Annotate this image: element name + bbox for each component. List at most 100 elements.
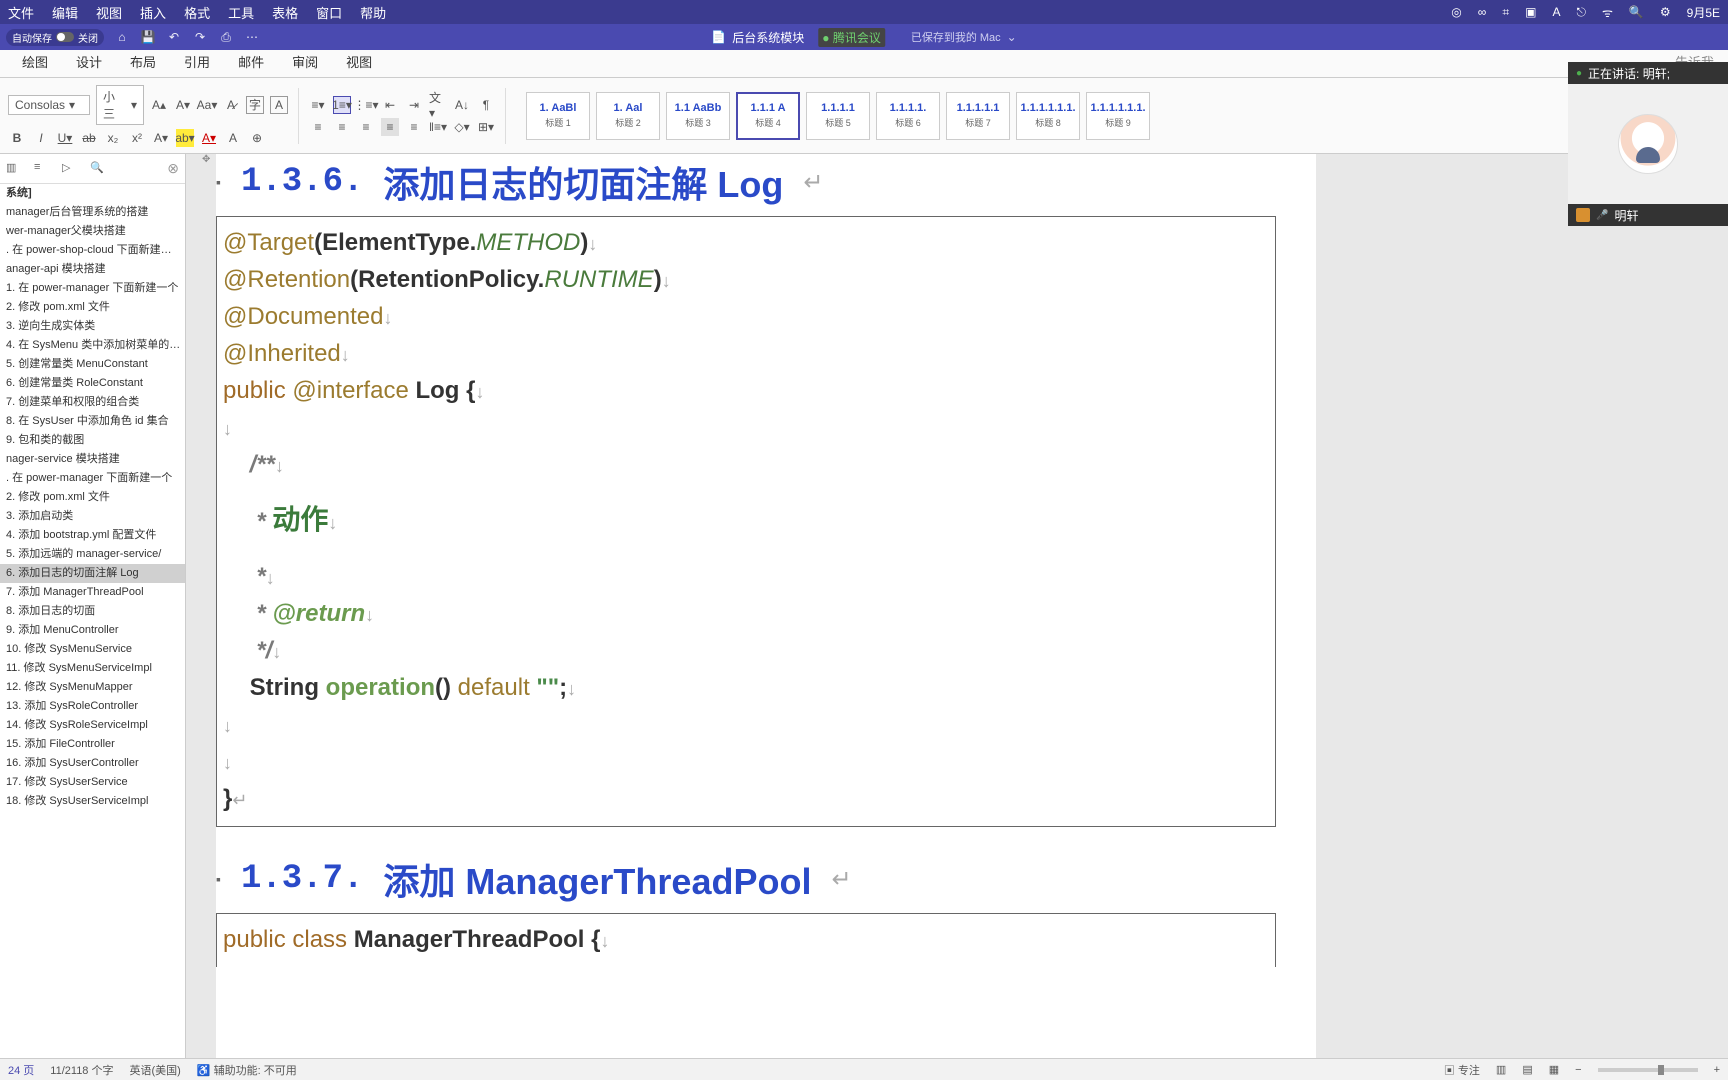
phonetic-icon[interactable]: 字	[246, 96, 264, 114]
style-h5[interactable]: 1.1.1.1标题 5	[806, 92, 870, 140]
outline-item[interactable]: 1. 在 power-manager 下面新建一个	[0, 279, 185, 298]
outline-icon[interactable]: ≡	[34, 161, 50, 177]
outline-item[interactable]: . 在 power-shop-cloud 下面新建一个	[0, 241, 185, 260]
borders-icon[interactable]: ⊞▾	[477, 118, 495, 136]
menu-insert[interactable]: 插入	[140, 3, 166, 22]
bullets-icon[interactable]: ≡▾	[309, 96, 327, 114]
wifi-icon[interactable]: ᯤ	[1602, 4, 1613, 21]
zoom-slider[interactable]	[1598, 1068, 1698, 1072]
outline-item[interactable]: 2. 修改 pom.xml 文件	[0, 488, 185, 507]
distribute-icon[interactable]: ≡	[405, 118, 423, 136]
view-print-icon[interactable]: ▥	[1496, 1063, 1506, 1076]
redo-icon[interactable]: ↷	[192, 29, 208, 45]
zoom-out-icon[interactable]: −	[1575, 1064, 1581, 1076]
outline-item[interactable]: 6. 创建常量类 RoleConstant	[0, 374, 185, 393]
style-h3[interactable]: 1.1 AaBb标题 3	[666, 92, 730, 140]
zoom-in-icon[interactable]: +	[1714, 1064, 1720, 1076]
increase-indent-icon[interactable]: ⇥	[405, 96, 423, 114]
asian-layout-icon[interactable]: 文▾	[429, 96, 447, 114]
tab-layout[interactable]: 布局	[116, 46, 170, 77]
outline-item[interactable]: 4. 在 SysMenu 类中添加树菜单的 List 集	[0, 336, 185, 355]
page-count[interactable]: 24 页	[8, 1062, 34, 1078]
close-icon[interactable]: ⊗	[167, 160, 179, 177]
char-shading-icon[interactable]: A	[224, 129, 242, 147]
tray-icon[interactable]: ∞	[1478, 5, 1487, 19]
outline-item[interactable]: 17. 修改 SysUserService	[0, 773, 185, 792]
tencent-meeting-overlay[interactable]: ● 正在讲话: 明轩; 🎤 明轩	[1568, 62, 1728, 226]
decrease-indent-icon[interactable]: ⇤	[381, 96, 399, 114]
outline-item[interactable]: 3. 添加启动类	[0, 507, 185, 526]
menu-table[interactable]: 表格	[272, 3, 298, 22]
style-h7[interactable]: 1.1.1.1.1标题 7	[946, 92, 1010, 140]
strike-button[interactable]: ab	[80, 129, 98, 147]
undo-icon[interactable]: ↶	[166, 29, 182, 45]
change-case-icon[interactable]: Aa▾	[198, 96, 216, 114]
style-h6[interactable]: 1.1.1.1.标题 6	[876, 92, 940, 140]
outline-item[interactable]: 16. 添加 SysUserController	[0, 754, 185, 773]
style-h8[interactable]: 1.1.1.1.1.1.标题 8	[1016, 92, 1080, 140]
view-outline-icon[interactable]: ▦	[1549, 1063, 1559, 1076]
focus-mode[interactable]: ▣ 专注	[1444, 1062, 1480, 1078]
outline-item[interactable]: 9. 包和类的截图	[0, 431, 185, 450]
mic-icon[interactable]: 🎤	[1596, 210, 1608, 221]
outline-item[interactable]: 3. 逆向生成实体类	[0, 317, 185, 336]
tab-review[interactable]: 审阅	[278, 46, 332, 77]
search-icon[interactable]: 🔍	[90, 161, 106, 177]
outline-item[interactable]: 12. 修改 SysMenuMapper	[0, 678, 185, 697]
move-handle-icon[interactable]: ✥	[202, 154, 210, 165]
outline-item[interactable]: 18. 修改 SysUserServiceImpl	[0, 792, 185, 811]
menu-file[interactable]: 文件	[8, 3, 34, 22]
enclose-icon[interactable]: ⊕	[248, 129, 266, 147]
outline-item[interactable]: 8. 添加日志的切面	[0, 602, 185, 621]
tab-mail[interactable]: 邮件	[224, 46, 278, 77]
shading-icon[interactable]: ◇▾	[453, 118, 471, 136]
autosave-toggle[interactable]: 自动保存 关闭	[6, 29, 104, 46]
save-icon[interactable]: 💾	[140, 29, 156, 45]
outline-item[interactable]: 5. 添加远端的 manager-service/	[0, 545, 185, 564]
outline-item[interactable]: manager后台管理系统的搭建	[0, 203, 185, 222]
tray-icon[interactable]: ◎	[1451, 5, 1461, 19]
outline-item[interactable]: 7. 创建菜单和权限的组合类	[0, 393, 185, 412]
style-h4[interactable]: 1.1.1 A标题 4	[736, 92, 800, 140]
justify-icon[interactable]: ≡	[381, 118, 399, 136]
outline-item[interactable]: nager-service 模块搭建	[0, 450, 185, 469]
language[interactable]: 英语(美国)	[129, 1062, 180, 1078]
highlight-icon[interactable]: ab▾	[176, 129, 194, 147]
outline-item[interactable]: 13. 添加 SysRoleController	[0, 697, 185, 716]
outline-item[interactable]: 10. 修改 SysMenuService	[0, 640, 185, 659]
line-spacing-icon[interactable]: ‖≡▾	[429, 118, 447, 136]
tray-icon[interactable]: ⌗	[1502, 5, 1509, 20]
menu-window[interactable]: 窗口	[316, 3, 342, 22]
tray-icon[interactable]: ▣	[1525, 5, 1536, 19]
results-icon[interactable]: ▷	[62, 161, 78, 177]
control-center-icon[interactable]: ⚙	[1660, 5, 1671, 19]
tray-icon[interactable]: ⎋	[1576, 5, 1586, 20]
outline-item[interactable]: 9. 添加 MenuController	[0, 621, 185, 640]
more-icon[interactable]: ⋯	[244, 29, 260, 45]
print-icon[interactable]: ⎙	[218, 29, 234, 45]
outline-item[interactable]: anager-api 模块搭建	[0, 260, 185, 279]
outline-item[interactable]: 11. 修改 SysMenuServiceImpl	[0, 659, 185, 678]
style-h9[interactable]: 1.1.1.1.1.1.标题 9	[1086, 92, 1150, 140]
tab-references[interactable]: 引用	[170, 46, 224, 77]
thumbnails-icon[interactable]: ▥	[6, 161, 22, 177]
sort-icon[interactable]: A↓	[453, 96, 471, 114]
outline-item[interactable]: . 在 power-manager 下面新建一个	[0, 469, 185, 488]
document-area[interactable]: ✥ ▪ 1.3.6. 添加日志的切面注解 Log ↵ @Target(Eleme…	[186, 154, 1728, 1058]
fontcolor-icon[interactable]: A▾	[200, 129, 218, 147]
outline-item[interactable]: 7. 添加 ManagerThreadPool	[0, 583, 185, 602]
menu-view[interactable]: 视图	[96, 3, 122, 22]
chevron-down-icon[interactable]: ⌄	[1007, 30, 1017, 44]
align-center-icon[interactable]: ≡	[333, 118, 351, 136]
search-icon[interactable]: 🔍	[1629, 5, 1644, 19]
style-h2[interactable]: 1. Aal标题 2	[596, 92, 660, 140]
outline-item[interactable]: 8. 在 SysUser 中添加角色 id 集合	[0, 412, 185, 431]
decrease-font-icon[interactable]: A▾	[174, 96, 192, 114]
word-count[interactable]: 11/2118 个字	[50, 1062, 113, 1078]
menu-help[interactable]: 帮助	[360, 3, 386, 22]
outline-item[interactable]: 4. 添加 bootstrap.yml 配置文件	[0, 526, 185, 545]
outline-list[interactable]: manager后台管理系统的搭建wer-manager父模块搭建. 在 powe…	[0, 203, 185, 1058]
clear-format-icon[interactable]: A̷	[222, 96, 240, 114]
italic-button[interactable]: I	[32, 129, 50, 147]
home-icon[interactable]: ⌂	[114, 29, 130, 45]
